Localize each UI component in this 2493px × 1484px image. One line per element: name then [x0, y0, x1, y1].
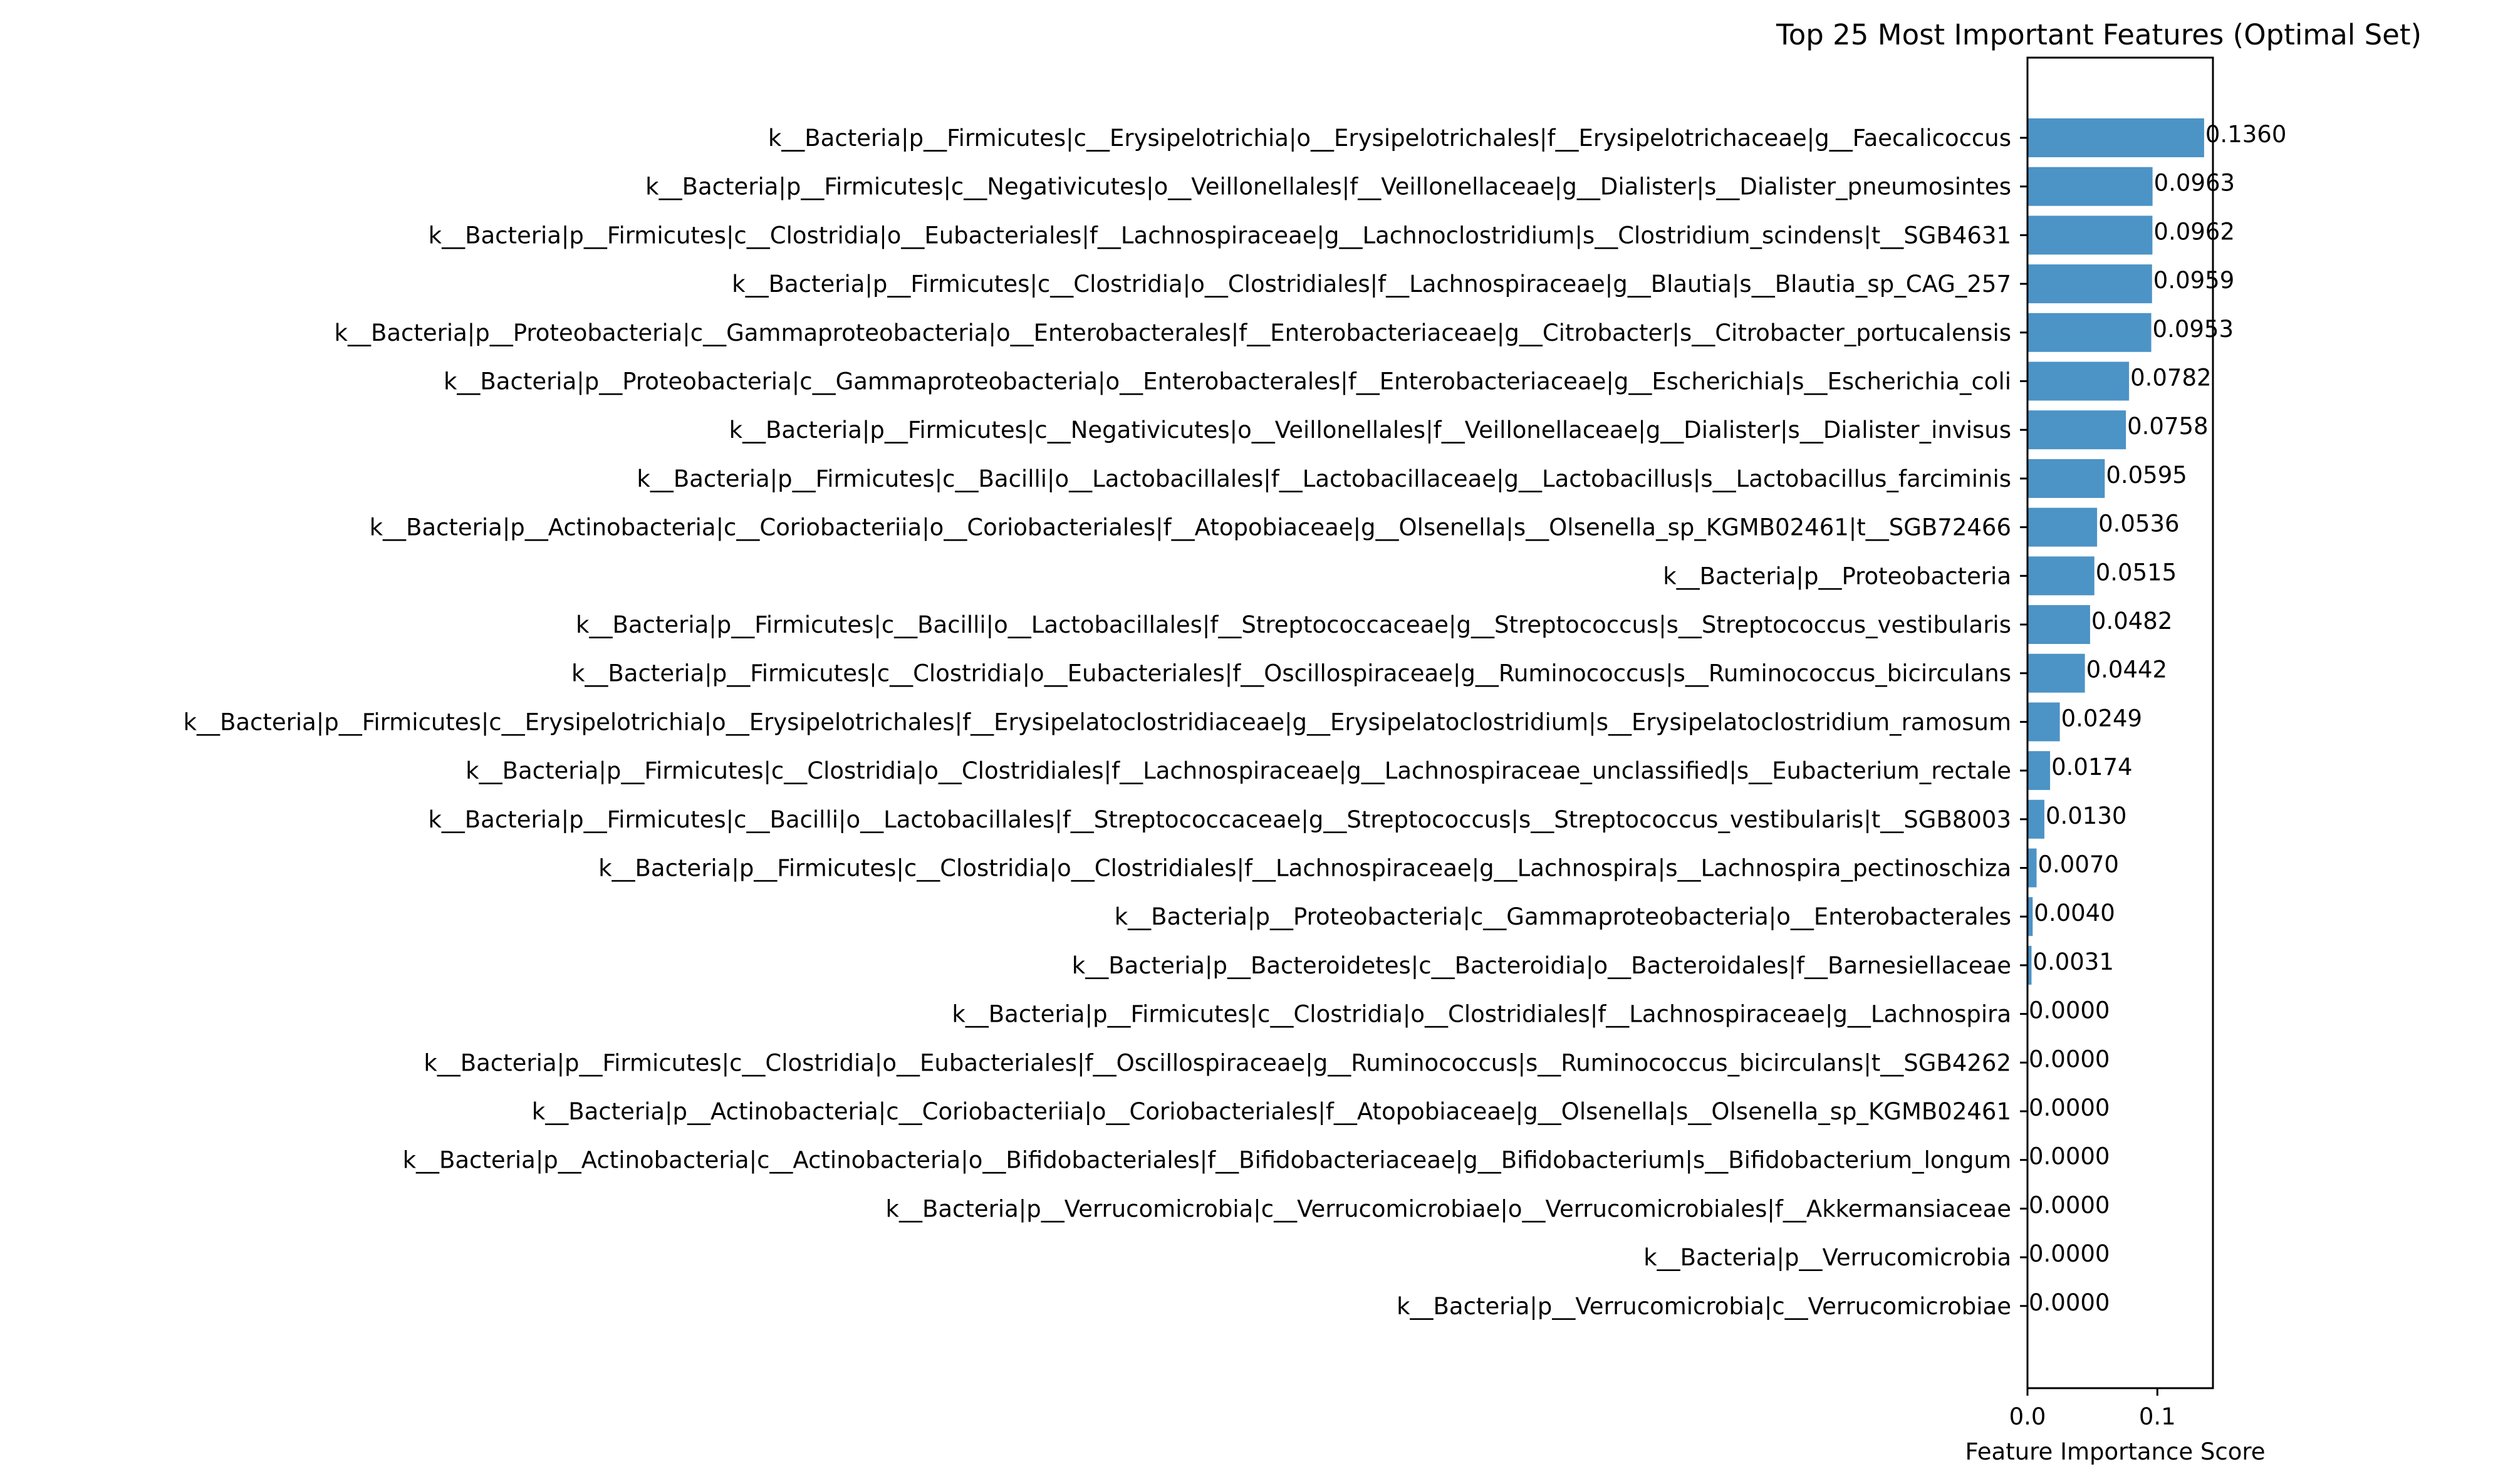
- category-label-22: k__Bacteria|p__Actinobacteria|c__Actinob…: [403, 1147, 2011, 1174]
- bar-12: [2027, 653, 2085, 693]
- category-label-2: k__Bacteria|p__Firmicutes|c__Negativicut…: [645, 174, 2011, 200]
- chart-title: Top 25 Most Important Features (Optimal …: [1776, 18, 2422, 51]
- bar-16: [2027, 848, 2037, 888]
- value-label-24: 0.0000: [2029, 1240, 2110, 1267]
- bar-4: [2027, 264, 2152, 304]
- value-label-14: 0.0174: [2051, 754, 2132, 781]
- value-label-25: 0.0000: [2029, 1289, 2110, 1316]
- category-label-12: k__Bacteria|p__Firmicutes|c__Clostridia|…: [571, 660, 2011, 687]
- category-label-25: k__Bacteria|p__Verrucomicrobia|c__Verruc…: [1397, 1293, 2011, 1320]
- category-label-6: k__Bacteria|p__Proteobacteria|c__Gammapr…: [444, 368, 2011, 395]
- category-label-20: k__Bacteria|p__Firmicutes|c__Clostridia|…: [424, 1049, 2011, 1076]
- category-label-14: k__Bacteria|p__Firmicutes|c__Clostridia|…: [466, 757, 2011, 784]
- category-label-7: k__Bacteria|p__Firmicutes|c__Negativicut…: [729, 417, 2011, 444]
- category-label-15: k__Bacteria|p__Firmicutes|c__Bacilli|o__…: [428, 806, 2011, 833]
- category-label-13: k__Bacteria|p__Firmicutes|c__Erysipelotr…: [184, 708, 2011, 735]
- category-label-9: k__Bacteria|p__Actinobacteria|c__Corioba…: [370, 514, 2011, 541]
- value-label-16: 0.0070: [2038, 851, 2119, 878]
- value-label-23: 0.0000: [2029, 1191, 2110, 1218]
- value-label-3: 0.0962: [2153, 218, 2234, 245]
- value-label-6: 0.0782: [2130, 364, 2211, 391]
- feature-importance-chart: Top 25 Most Important Features (Optimal …: [0, 0, 2493, 1484]
- category-label-4: k__Bacteria|p__Firmicutes|c__Clostridia|…: [732, 271, 2011, 298]
- bar-10: [2027, 556, 2095, 596]
- category-label-16: k__Bacteria|p__Firmicutes|c__Clostridia|…: [598, 854, 2011, 881]
- value-label-20: 0.0000: [2029, 1046, 2110, 1072]
- value-label-5: 0.0953: [2153, 316, 2234, 343]
- bar-13: [2027, 702, 2060, 742]
- value-label-19: 0.0000: [2029, 997, 2110, 1024]
- x-axis-label: Feature Importance Score: [1965, 1438, 2266, 1465]
- bar-14: [2027, 751, 2051, 791]
- value-label-2: 0.0963: [2154, 170, 2235, 197]
- category-label-11: k__Bacteria|p__Firmicutes|c__Bacilli|o__…: [576, 611, 2011, 638]
- value-label-10: 0.0515: [2096, 559, 2177, 586]
- category-label-5: k__Bacteria|p__Proteobacteria|c__Gammapr…: [335, 319, 2011, 346]
- bar-7: [2027, 410, 2126, 450]
- value-label-18: 0.0031: [2032, 948, 2113, 975]
- x-tick-label-2: 0.1: [2139, 1403, 2176, 1430]
- value-label-8: 0.0595: [2106, 462, 2187, 489]
- value-label-17: 0.0040: [2034, 900, 2115, 926]
- value-label-15: 0.0130: [2046, 802, 2126, 829]
- value-label-9: 0.0536: [2098, 511, 2179, 537]
- bar-3: [2027, 215, 2153, 255]
- bar-6: [2027, 361, 2130, 401]
- category-label-17: k__Bacteria|p__Proteobacteria|c__Gammapr…: [1115, 903, 2011, 930]
- category-label-1: k__Bacteria|p__Firmicutes|c__Erysipelotr…: [768, 125, 2011, 152]
- bar-11: [2027, 605, 2090, 644]
- category-label-19: k__Bacteria|p__Firmicutes|c__Clostridia|…: [952, 1001, 2011, 1028]
- bar-2: [2027, 167, 2153, 206]
- bar-8: [2027, 459, 2105, 498]
- bar-9: [2027, 507, 2098, 547]
- value-label-4: 0.0959: [2153, 267, 2234, 294]
- value-label-13: 0.0249: [2061, 705, 2142, 732]
- bar-5: [2027, 313, 2152, 352]
- category-label-3: k__Bacteria|p__Firmicutes|c__Clostridia|…: [429, 222, 2011, 249]
- value-label-1: 0.1360: [2205, 121, 2286, 148]
- category-label-10: k__Bacteria|p__Proteobacteria: [1663, 563, 2011, 589]
- category-label-8: k__Bacteria|p__Firmicutes|c__Bacilli|o__…: [637, 465, 2011, 492]
- value-label-21: 0.0000: [2029, 1094, 2110, 1121]
- bar-15: [2027, 799, 2044, 839]
- category-label-24: k__Bacteria|p__Verrucomicrobia: [1643, 1244, 2011, 1271]
- x-tick-label-1: 0.0: [2009, 1403, 2046, 1430]
- value-label-22: 0.0000: [2029, 1143, 2110, 1170]
- value-label-11: 0.0482: [2091, 608, 2172, 635]
- category-label-18: k__Bacteria|p__Bacteroidetes|c__Bacteroi…: [1072, 952, 2011, 979]
- value-label-7: 0.0758: [2127, 413, 2208, 440]
- value-label-12: 0.0442: [2086, 656, 2167, 683]
- category-label-21: k__Bacteria|p__Actinobacteria|c__Corioba…: [532, 1098, 2011, 1125]
- bar-1: [2027, 118, 2204, 157]
- category-label-23: k__Bacteria|p__Verrucomicrobia|c__Verruc…: [886, 1195, 2011, 1222]
